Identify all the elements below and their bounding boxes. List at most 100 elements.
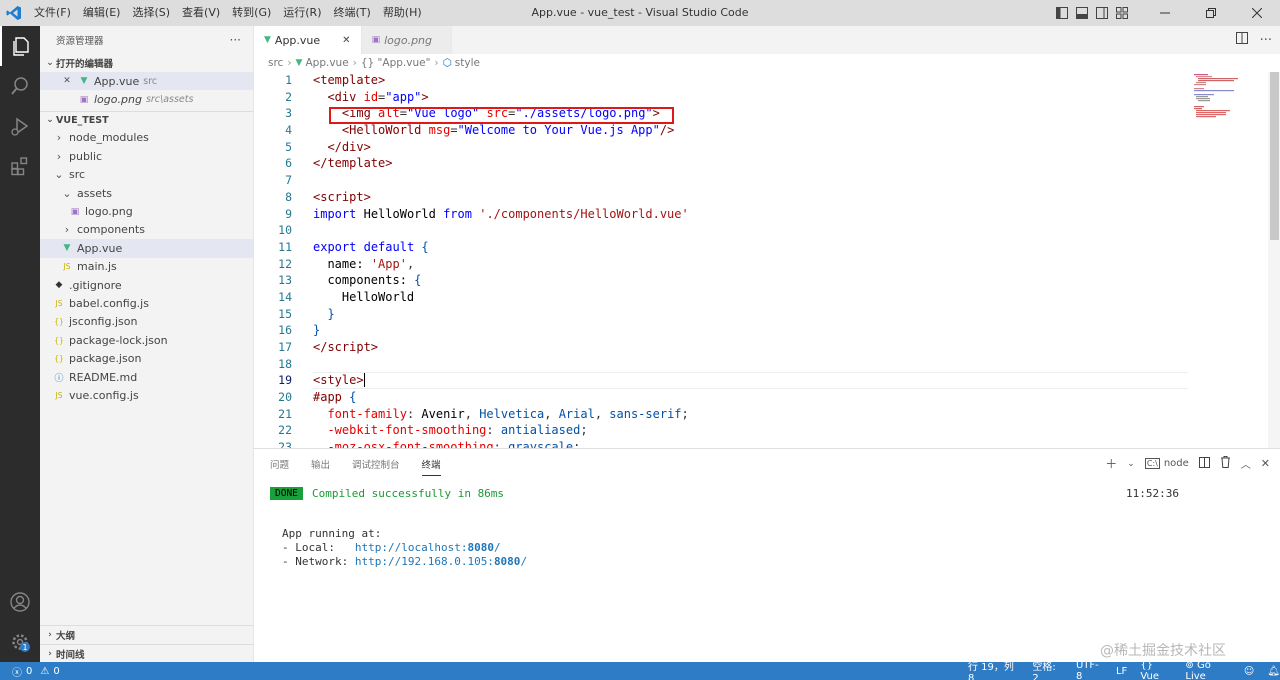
tree-item[interactable]: ◆ .gitignore bbox=[40, 276, 253, 294]
open-editor-item[interactable]: ✕ ▼ App.vue src bbox=[40, 72, 253, 91]
code-line[interactable]: 16} bbox=[254, 322, 1268, 339]
more-actions-icon[interactable]: ··· bbox=[1260, 33, 1272, 48]
tree-item[interactable]: ▣ logo.png bbox=[40, 202, 253, 220]
tree-item[interactable]: JS babel.config.js bbox=[40, 294, 253, 312]
code-line[interactable]: 15 } bbox=[254, 306, 1268, 323]
extensions-icon[interactable] bbox=[0, 146, 40, 186]
line-ending[interactable]: LF bbox=[1116, 666, 1127, 677]
tree-item[interactable]: {} package-lock.json bbox=[40, 331, 253, 349]
cursor-position[interactable]: 行 19，列 8 bbox=[968, 658, 1019, 680]
code-line[interactable]: 11 export default { bbox=[254, 239, 1268, 256]
customize-layout-icon[interactable] bbox=[1112, 0, 1132, 26]
breadcrumb-folder[interactable]: src bbox=[268, 57, 283, 69]
search-icon[interactable] bbox=[0, 66, 40, 106]
tree-item[interactable]: {} jsconfig.json bbox=[40, 313, 253, 331]
problems-status[interactable]: ⓧ 0 ⚠ 0 bbox=[12, 664, 60, 679]
go-live-button[interactable]: ⊚ Go Live bbox=[1185, 660, 1230, 680]
close-tab-icon[interactable]: ✕ bbox=[342, 35, 350, 46]
code-line[interactable]: 12 name: 'App', bbox=[254, 256, 1268, 273]
tree-item[interactable]: JS main.js bbox=[40, 258, 253, 276]
code-line[interactable]: 2 <div id="app"> bbox=[254, 89, 1268, 106]
minimize-icon[interactable] bbox=[1142, 0, 1188, 26]
panel-tab[interactable]: 终端 bbox=[421, 457, 441, 476]
code-line[interactable]: 14 HelloWorld bbox=[254, 289, 1268, 306]
explorer-icon[interactable] bbox=[0, 26, 40, 66]
code-line[interactable]: 19 <style>​ bbox=[254, 372, 1268, 390]
toggle-panel-icon[interactable] bbox=[1072, 0, 1092, 26]
menu-item[interactable]: 选择(S) bbox=[126, 0, 176, 26]
code-line[interactable]: 22 -webkit-font-smoothing: antialiased; bbox=[254, 422, 1268, 439]
menu-item[interactable]: 编辑(E) bbox=[77, 0, 127, 26]
code-line[interactable]: 13 components: { bbox=[254, 272, 1268, 289]
open-editors-header[interactable]: ⌄ 打开的编辑器 bbox=[40, 54, 253, 72]
code-line[interactable]: 7 bbox=[254, 172, 1268, 189]
minimap[interactable] bbox=[1190, 72, 1260, 132]
editor-scrollbar-thumb[interactable] bbox=[1270, 72, 1279, 240]
settings-gear-icon[interactable]: 1 bbox=[0, 622, 40, 662]
outline-section[interactable]: › 大纲 bbox=[40, 625, 254, 643]
timeline-section[interactable]: › 时间线 bbox=[40, 644, 254, 662]
menu-item[interactable]: 帮助(H) bbox=[377, 0, 428, 26]
tab-app-vue[interactable]: ▼ App.vue ✕ bbox=[254, 26, 362, 54]
code-editor[interactable]: 1 <template> 2 <div id="app"> 3 <img alt="V… bbox=[254, 72, 1268, 448]
code-line[interactable]: 5 </div> bbox=[254, 139, 1268, 156]
code-line[interactable]: 17 </script> bbox=[254, 339, 1268, 356]
open-editor-item[interactable]: ▣ logo.png src\assets bbox=[40, 90, 253, 108]
feedback-icon[interactable]: ☺ bbox=[1244, 666, 1254, 677]
breadcrumb-file[interactable]: App.vue bbox=[305, 57, 348, 69]
tree-item[interactable]: {} package.json bbox=[40, 349, 253, 367]
run-debug-icon[interactable] bbox=[0, 106, 40, 146]
menu-item[interactable]: 运行(R) bbox=[277, 0, 327, 26]
local-url-link[interactable]: http://localhost:8080/ bbox=[355, 541, 501, 554]
restore-icon[interactable] bbox=[1188, 0, 1234, 26]
close-window-icon[interactable] bbox=[1234, 0, 1280, 26]
notifications-icon[interactable]: 🔔︎ bbox=[1267, 666, 1280, 677]
code-line[interactable]: 18 bbox=[254, 356, 1268, 373]
panel-tab[interactable]: 输出 bbox=[311, 457, 330, 476]
split-terminal-icon[interactable] bbox=[1198, 456, 1210, 471]
trash-icon[interactable] bbox=[1220, 456, 1231, 471]
code-line[interactable]: 6 </template> bbox=[254, 155, 1268, 172]
indentation[interactable]: 空格: 2 bbox=[1032, 658, 1063, 680]
menu-item[interactable]: 文件(F) bbox=[28, 0, 77, 26]
panel-tab[interactable]: 问题 bbox=[270, 457, 289, 476]
toggle-sidebar-icon[interactable] bbox=[1052, 0, 1072, 26]
tree-item[interactable]: › node_modules bbox=[40, 129, 253, 147]
maximize-panel-icon[interactable]: ︿ bbox=[1241, 456, 1251, 471]
code-line[interactable]: 21 font-family: Avenir, Helvetica, Arial… bbox=[254, 406, 1268, 423]
project-header[interactable]: ⌄ VUE_TEST bbox=[40, 110, 253, 129]
more-actions-icon[interactable]: ··· bbox=[230, 33, 241, 47]
breadcrumb-section[interactable]: {} "App.vue" bbox=[361, 57, 431, 69]
code-line[interactable]: 10 bbox=[254, 222, 1268, 239]
code-line[interactable]: 20 #app { bbox=[254, 389, 1268, 406]
close-panel-icon[interactable]: ✕ bbox=[1261, 457, 1270, 470]
code-line[interactable]: 4 <HelloWorld msg="Welcome to Your Vue.j… bbox=[254, 122, 1268, 139]
tab-logo-png[interactable]: ▣ logo.png bbox=[361, 26, 452, 54]
menu-item[interactable]: 转到(G) bbox=[226, 0, 277, 26]
tree-item[interactable]: ⌄ assets bbox=[40, 184, 253, 202]
new-terminal-icon[interactable]: ＋ bbox=[1105, 455, 1117, 472]
breadcrumb-symbol[interactable]: style bbox=[455, 57, 480, 69]
toggle-secondary-sidebar-icon[interactable] bbox=[1092, 0, 1112, 26]
tree-item[interactable]: ⓘ README.md bbox=[40, 368, 253, 386]
close-icon[interactable]: ✕ bbox=[60, 76, 74, 86]
split-editor-icon[interactable] bbox=[1235, 32, 1248, 48]
code-line[interactable]: 23 -moz-osx-font-smoothing: grayscale; bbox=[254, 439, 1268, 448]
tree-item[interactable]: JS vue.config.js bbox=[40, 386, 253, 404]
chevron-down-icon[interactable]: ⌄ bbox=[1127, 459, 1135, 469]
code-line[interactable]: 9 import HelloWorld from './components/He… bbox=[254, 206, 1268, 223]
tree-item[interactable]: › components bbox=[40, 221, 253, 239]
language-mode[interactable]: {} Vue bbox=[1140, 660, 1172, 680]
panel-tab[interactable]: 调试控制台 bbox=[352, 457, 400, 476]
account-icon[interactable] bbox=[0, 582, 40, 622]
tree-item[interactable]: ⌄ src bbox=[40, 166, 253, 184]
menu-item[interactable]: 终端(T) bbox=[328, 0, 377, 26]
code-line[interactable]: 1 <template> bbox=[254, 72, 1268, 89]
tree-item[interactable]: › public bbox=[40, 147, 253, 165]
network-url-link[interactable]: http://192.168.0.105:8080/ bbox=[355, 555, 527, 568]
menu-item[interactable]: 查看(V) bbox=[176, 0, 226, 26]
tree-item[interactable]: ▼ App.vue bbox=[40, 239, 253, 258]
terminal-name[interactable]: node bbox=[1164, 458, 1189, 469]
code-line[interactable]: 8 <script> bbox=[254, 189, 1268, 206]
encoding[interactable]: UTF-8 bbox=[1076, 660, 1103, 680]
